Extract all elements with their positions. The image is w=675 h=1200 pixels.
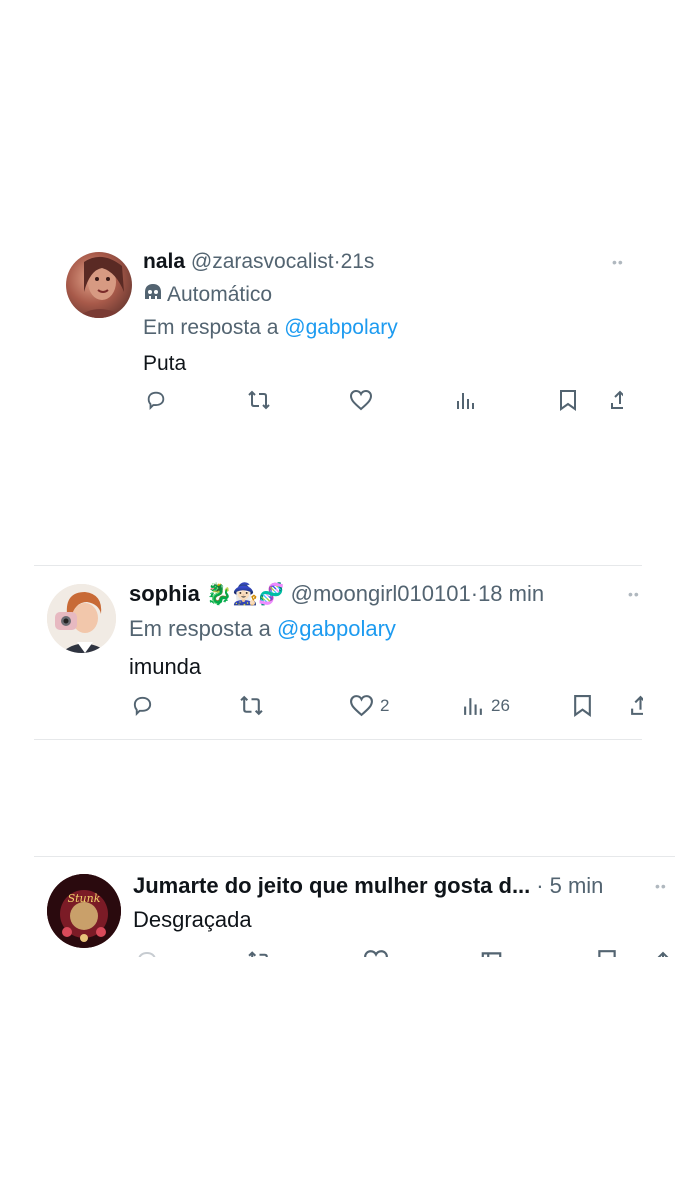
- svg-text:Stunk: Stunk: [68, 892, 101, 905]
- tweet-nala[interactable]: nala @zarasvocalist·21s •• Automático Em…: [0, 240, 675, 430]
- bookmark-icon: [571, 694, 594, 717]
- automated-label: Automático: [143, 282, 272, 308]
- heart-icon: [349, 694, 374, 717]
- reply-mention[interactable]: @gabpolary: [277, 616, 396, 641]
- divider: [34, 739, 642, 740]
- views-icon: [455, 389, 477, 411]
- bookmark-button[interactable]: [557, 389, 579, 411]
- share-button[interactable]: [655, 949, 671, 957]
- more-icon[interactable]: ••: [612, 254, 624, 270]
- more-icon[interactable]: ••: [628, 586, 640, 602]
- heart-icon: [349, 389, 373, 411]
- views-icon: [479, 949, 504, 957]
- like-button[interactable]: [349, 389, 373, 411]
- bookmark-button[interactable]: [595, 949, 619, 957]
- bookmark-icon: [557, 389, 579, 411]
- username[interactable]: @moongirl010101: [291, 581, 471, 606]
- username[interactable]: @zarasvocalist: [191, 250, 334, 273]
- tweet-text: Desgraçada: [133, 907, 252, 932]
- reply-mention[interactable]: @gabpolary: [284, 316, 398, 339]
- heart-icon: [363, 949, 389, 957]
- action-bar-clip: [133, 949, 675, 957]
- retweet-button[interactable]: [239, 694, 264, 717]
- timestamp[interactable]: 21s: [341, 250, 375, 273]
- views-button[interactable]: [455, 389, 477, 411]
- reply-button[interactable]: [135, 949, 159, 957]
- bookmark-icon: [595, 949, 619, 957]
- tweet-header: nala @zarasvocalist·21s: [143, 250, 374, 274]
- reply-button[interactable]: [145, 389, 167, 411]
- views-button[interactable]: 26: [462, 694, 510, 717]
- retweet-icon: [239, 694, 264, 717]
- views-icon: [462, 694, 485, 717]
- retweet-button[interactable]: [247, 389, 271, 411]
- tweet-header: sophia 🐉🧙🏻‍♀️🧬 @moongirl010101·18 min: [129, 581, 544, 607]
- avatar[interactable]: [47, 584, 116, 653]
- reply-button[interactable]: [131, 694, 154, 717]
- avatar-photo: Stunk: [47, 874, 121, 948]
- reply-prefix: Em resposta a: [143, 316, 279, 339]
- separator: ·: [536, 873, 544, 898]
- tweet-jumarte[interactable]: Stunk Jumarte do jeito que mulher gosta …: [0, 857, 675, 967]
- bot-icon: [143, 282, 163, 308]
- retweet-button[interactable]: [247, 949, 272, 957]
- reply-icon: [145, 389, 167, 411]
- timestamp[interactable]: 5 min: [550, 873, 604, 898]
- share-icon[interactable]: [629, 694, 643, 719]
- reply-prefix: Em resposta a: [129, 616, 271, 641]
- avatar-photo: [47, 584, 116, 653]
- like-button[interactable]: 2: [349, 694, 389, 717]
- retweet-icon: [247, 949, 272, 957]
- avatar[interactable]: [66, 252, 132, 318]
- tweet-text: imunda: [129, 654, 202, 679]
- tweet-sophia[interactable]: sophia 🐉🧙🏻‍♀️🧬 @moongirl010101·18 min ••…: [0, 566, 675, 738]
- display-name[interactable]: sophia: [129, 581, 200, 606]
- avatar-photo: [76, 256, 126, 318]
- like-count: 2: [380, 695, 390, 715]
- automated-text: Automático: [167, 283, 273, 306]
- share-icon: [655, 949, 671, 957]
- reply-context: Em resposta a @gabpolary: [129, 616, 396, 642]
- display-name[interactable]: Jumarte do jeito que mulher gosta d...: [133, 873, 530, 898]
- like-button[interactable]: [363, 949, 389, 957]
- separator: ·: [333, 250, 341, 273]
- more-icon[interactable]: ••: [655, 878, 667, 894]
- reply-icon: [131, 694, 154, 717]
- action-bar: [143, 389, 633, 417]
- view-count: 26: [491, 695, 510, 715]
- retweet-icon: [247, 389, 271, 411]
- timestamp[interactable]: 18 min: [478, 581, 544, 606]
- bookmark-button[interactable]: [571, 694, 594, 717]
- share-clip: [629, 694, 643, 719]
- avatar[interactable]: Stunk: [47, 874, 121, 948]
- reply-icon: [135, 949, 159, 957]
- separator: ·: [470, 581, 479, 606]
- reply-context: Em resposta a @gabpolary: [143, 316, 398, 340]
- share-icon[interactable]: [609, 389, 623, 413]
- views-button[interactable]: [479, 949, 504, 957]
- tweet-header: Jumarte do jeito que mulher gosta d... · 5…: [133, 873, 603, 899]
- action-bar: 2 26: [129, 694, 649, 722]
- display-name[interactable]: nala: [143, 250, 185, 273]
- name-emojis: 🐉🧙🏻‍♀️🧬: [206, 583, 285, 606]
- tweet-text: Puta: [143, 352, 187, 375]
- share-clip: [609, 389, 623, 413]
